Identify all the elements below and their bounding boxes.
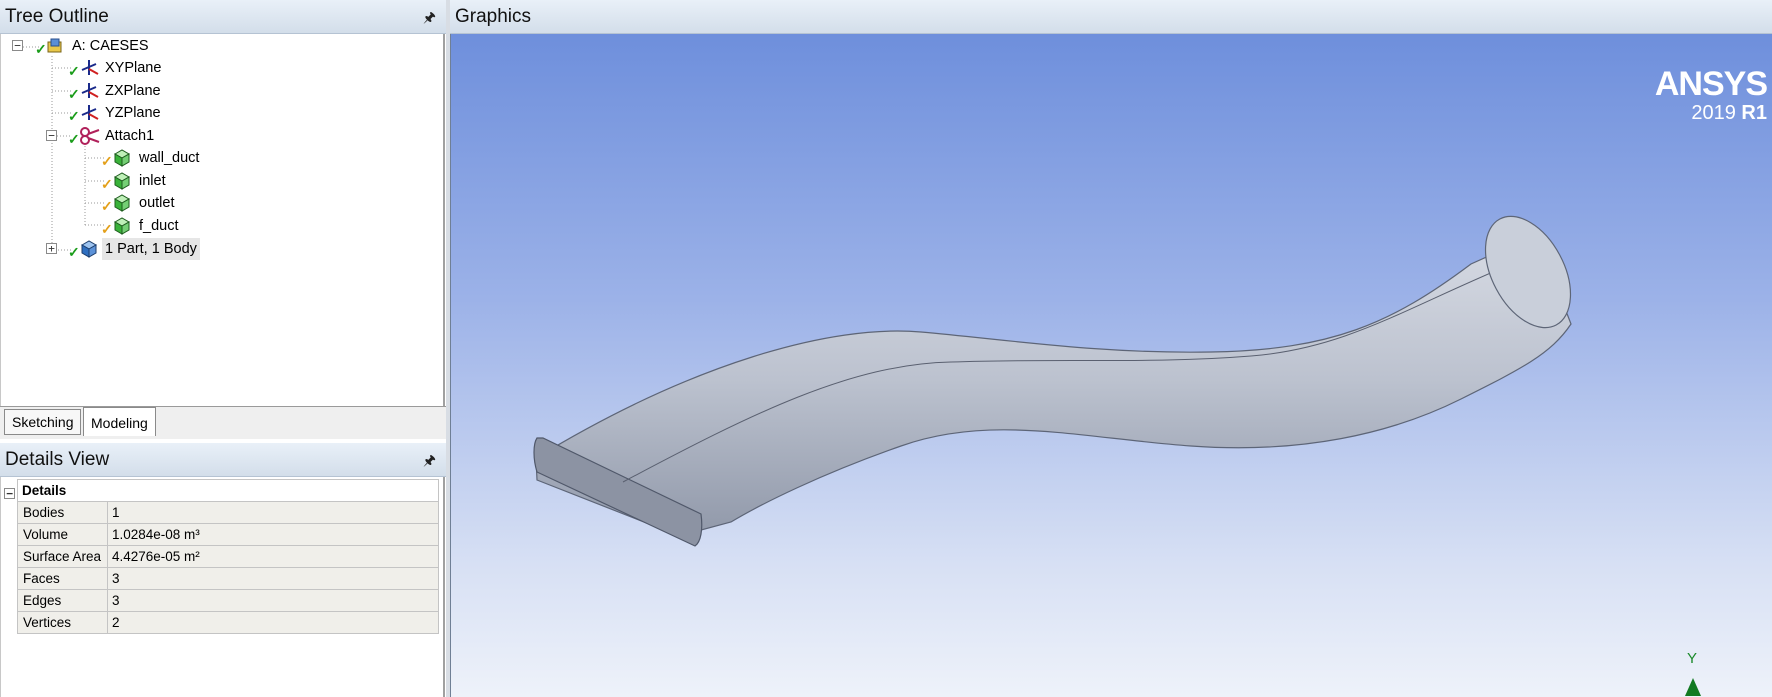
row-gutter [3,523,18,546]
detail-key: Vertices [17,611,108,634]
tree-item-label: A: CAESES [72,38,149,54]
check-icon: ✓ [101,176,113,192]
axis-triad-icon [1685,678,1701,696]
tree-item-label: 1 Part, 1 Body [102,238,200,260]
detail-value[interactable]: 1 [107,501,439,524]
collapse-icon[interactable]: − [46,130,57,141]
brand-release: R1 [1741,102,1767,124]
tree-item-label: wall_duct [139,150,200,166]
row-gutter [3,545,18,568]
tree-item-label: YZPlane [105,105,161,121]
details-view: − Details Bodies 1 Volume 1.0284e-08 m³ … [0,477,445,697]
ansys-logo: ANSYS 2019 R1 [1654,65,1768,124]
named-selection-icon [113,172,131,190]
attach-icon [80,127,100,145]
row-gutter [3,567,18,590]
table-row[interactable]: Bodies 1 [3,501,439,524]
table-row[interactable]: Surface Area 4.4276e-05 m² [3,545,439,568]
details-table: − Details Bodies 1 Volume 1.0284e-08 m³ … [3,479,439,634]
tree-item-label: XYPlane [105,60,162,76]
check-icon: ✓ [68,108,80,124]
tree-outline-title: Tree Outline [5,6,109,27]
tree-outline-header: Tree Outline 🖈 [0,0,446,34]
tab-sketching[interactable]: Sketching [4,409,82,435]
geometry-root-icon [47,38,62,53]
graphics-title: Graphics [455,6,532,27]
tree-item-label: f_duct [139,218,179,234]
graphics-viewport[interactable]: ANSYS 2019 R1 Y [450,34,1772,697]
check-icon: ✓ [68,244,80,260]
expand-icon[interactable]: + [46,243,57,254]
named-selection-icon [113,149,131,167]
brand-name: ANSYS [1654,65,1768,103]
row-gutter [3,501,18,524]
tree-item-label: Attach1 [105,128,155,144]
details-group-toggle[interactable]: − [3,479,18,502]
detail-key: Faces [17,567,108,590]
detail-key: Edges [17,589,108,612]
details-group-label: Details [17,479,439,502]
row-gutter [3,611,18,634]
named-selection-icon [113,194,131,212]
check-icon: ✓ [68,86,80,102]
table-row[interactable]: Vertices 2 [3,611,439,634]
check-icon: ✓ [35,41,47,57]
axis-y-label: Y [1687,650,1698,667]
check-icon: ✓ [101,221,113,237]
brand-year: 2019 [1691,102,1736,124]
detail-key: Surface Area [17,545,108,568]
mode-tabs: Sketching Modeling [0,406,446,439]
tree-item-label: inlet [139,173,166,189]
detail-value[interactable]: 1.0284e-08 m³ [107,523,439,546]
part-body-icon [80,240,98,258]
tree-outline: − ✓ A: CAESES ✓ XYPlane ✓ ZXPlane ✓ YZPl… [0,34,445,406]
details-view-header: Details View 🖈 [0,443,446,477]
detail-value[interactable]: 3 [107,589,439,612]
detail-value[interactable]: 2 [107,611,439,634]
named-selection-icon [113,217,131,235]
collapse-icon[interactable]: − [12,40,23,51]
row-gutter [3,589,18,612]
collapse-icon[interactable]: − [4,488,15,499]
details-view-title: Details View [5,449,110,470]
pin-icon[interactable]: 🖈 [423,443,436,477]
pin-icon[interactable]: 🖈 [423,0,436,34]
detail-key: Bodies [17,501,108,524]
plane-icon [81,105,99,120]
brand-version: 2019 R1 [1655,102,1767,124]
tree-item-label: outlet [139,195,175,211]
duct-body[interactable] [535,245,1572,543]
table-row[interactable]: Volume 1.0284e-08 m³ [3,523,439,546]
check-icon: ✓ [68,63,80,79]
detail-value[interactable]: 3 [107,567,439,590]
graphics-header: Graphics [450,0,1772,34]
table-row[interactable]: Faces 3 [3,567,439,590]
check-icon: ✓ [68,131,80,147]
check-icon: ✓ [101,153,113,169]
detail-value[interactable]: 4.4276e-05 m² [107,545,439,568]
tab-modeling[interactable]: Modeling [83,407,156,436]
duct-model[interactable] [451,34,1772,697]
plane-icon [81,83,99,98]
check-icon: ✓ [101,198,113,214]
detail-key: Volume [17,523,108,546]
plane-icon [81,60,99,75]
table-row[interactable]: Edges 3 [3,589,439,612]
tree-item-label: ZXPlane [105,83,161,99]
details-group-row[interactable]: − Details [3,479,439,502]
